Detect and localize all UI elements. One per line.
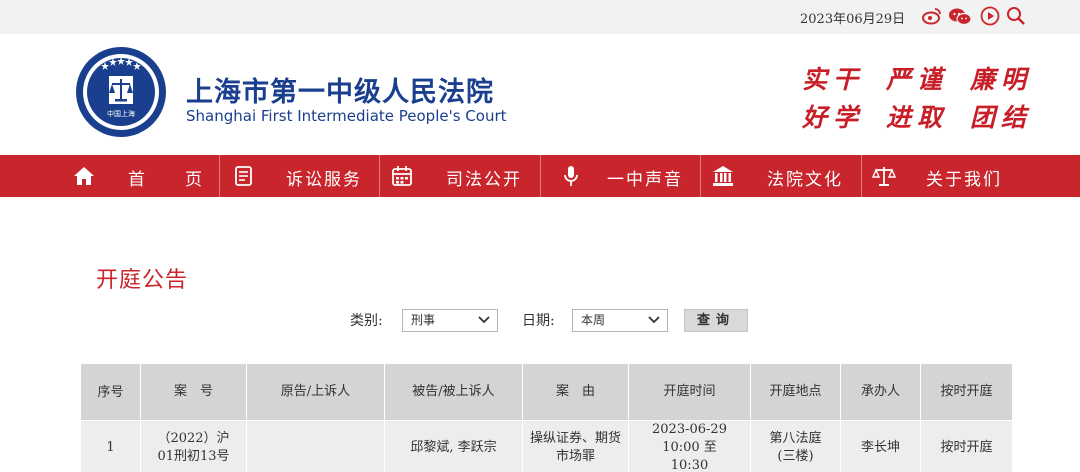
column-header: 开庭地点 [750, 363, 841, 421]
motto-word: 团结 [970, 103, 1033, 132]
page-title: 开庭公告 [96, 268, 189, 293]
logo-text: 中国上海 [107, 109, 135, 118]
column-header: 按时开庭 [920, 363, 1013, 421]
cell-cause: 操纵证券、期货市场罪 [522, 420, 629, 472]
query-button[interactable]: 查询 [684, 309, 748, 332]
nav-label: 一中声音 [607, 170, 683, 190]
nav-label: 首 页 [128, 170, 204, 190]
nav-item-voice[interactable]: 一中声音 [541, 155, 701, 197]
cell-plaintiff [246, 420, 385, 472]
top-bar: 2023年06月29日 [0, 0, 1080, 34]
nav-label: 司法公开 [446, 170, 522, 190]
nav-item-home[interactable]: 首 页 [0, 155, 220, 197]
column-header: 原告/上诉人 [246, 363, 385, 421]
table-header-row: 序号 案 号 原告/上诉人 被告/被上诉人 案 由 开庭时间 开庭地点 承办人 … [80, 363, 1013, 421]
weibo-icon[interactable] [922, 6, 942, 26]
scales-icon [872, 167, 896, 186]
court-emblem-logo[interactable]: 中国上海 [75, 46, 167, 138]
motto-word: 严谨 [886, 65, 949, 94]
date-label: 日期: [522, 313, 555, 329]
home-icon [74, 167, 94, 185]
nav-item-about[interactable]: 关于我们 [862, 155, 1080, 197]
chevron-down-icon [648, 316, 660, 324]
wechat-icon[interactable] [948, 6, 972, 26]
calendar-icon [392, 166, 412, 186]
column-header: 承办人 [840, 363, 921, 421]
site-title-cn[interactable]: 上海市第一中级人民法院 [186, 70, 494, 109]
column-header: 序号 [80, 363, 141, 421]
column-header: 开庭时间 [628, 363, 751, 421]
column-header: 案 由 [522, 363, 629, 421]
cell-index: 1 [80, 420, 141, 472]
cell-case-no[interactable]: （2022）沪01刑初13号 [140, 420, 247, 472]
date-select[interactable]: 本周 [572, 309, 668, 332]
category-select[interactable]: 刑事 [402, 309, 498, 332]
nav-label: 关于我们 [926, 170, 1002, 190]
site-header: 中国上海 上海市第一中级人民法院 Shanghai First Intermed… [0, 34, 1080, 155]
date-selected-value: 本周 [581, 313, 606, 327]
search-icon[interactable] [1006, 6, 1026, 26]
table-row[interactable]: 1 （2022）沪01刑初13号 邱黎斌, 李跃宗 操纵证券、期货市场罪 202… [80, 420, 1013, 472]
motto-word: 廉明 [970, 65, 1033, 94]
nav-item-culture[interactable]: 法院文化 [701, 155, 862, 197]
main-nav: 首 页 诉讼服务 司法公开 一中声音 法院文化 关于我们 [0, 155, 1080, 197]
cell-judge: 李长坤 [840, 420, 921, 472]
column-header: 被告/被上诉人 [384, 363, 523, 421]
chevron-down-icon [478, 316, 490, 324]
courthouse-icon [713, 166, 733, 186]
motto-word: 好学 [802, 103, 865, 132]
nav-label: 法院文化 [767, 170, 843, 190]
cell-time: 2023-06-29 10:00 至 10:30 [628, 420, 751, 472]
category-selected-value: 刑事 [411, 313, 436, 327]
motto-word: 实干 [802, 65, 865, 94]
nav-item-litigation[interactable]: 诉讼服务 [220, 155, 380, 197]
hearing-table: 序号 案 号 原告/上诉人 被告/被上诉人 案 由 开庭时间 开庭地点 承办人 … [80, 363, 1013, 472]
column-header: 案 号 [140, 363, 247, 421]
category-label: 类别: [350, 313, 383, 329]
motto-word: 进取 [886, 103, 949, 132]
current-date: 2023年06月29日 [800, 12, 906, 27]
nav-item-judicial-openness[interactable]: 司法公开 [380, 155, 541, 197]
cell-defendant: 邱黎斌, 李跃宗 [384, 420, 523, 472]
nav-label: 诉讼服务 [286, 170, 362, 190]
document-icon [235, 166, 252, 186]
cell-location: 第八法庭(三楼) [750, 420, 841, 472]
site-title-en[interactable]: Shanghai First Intermediate People's Cou… [186, 107, 507, 125]
cell-on-time: 按时开庭 [920, 420, 1013, 472]
microphone-icon [564, 166, 578, 186]
play-icon[interactable] [980, 6, 1000, 26]
